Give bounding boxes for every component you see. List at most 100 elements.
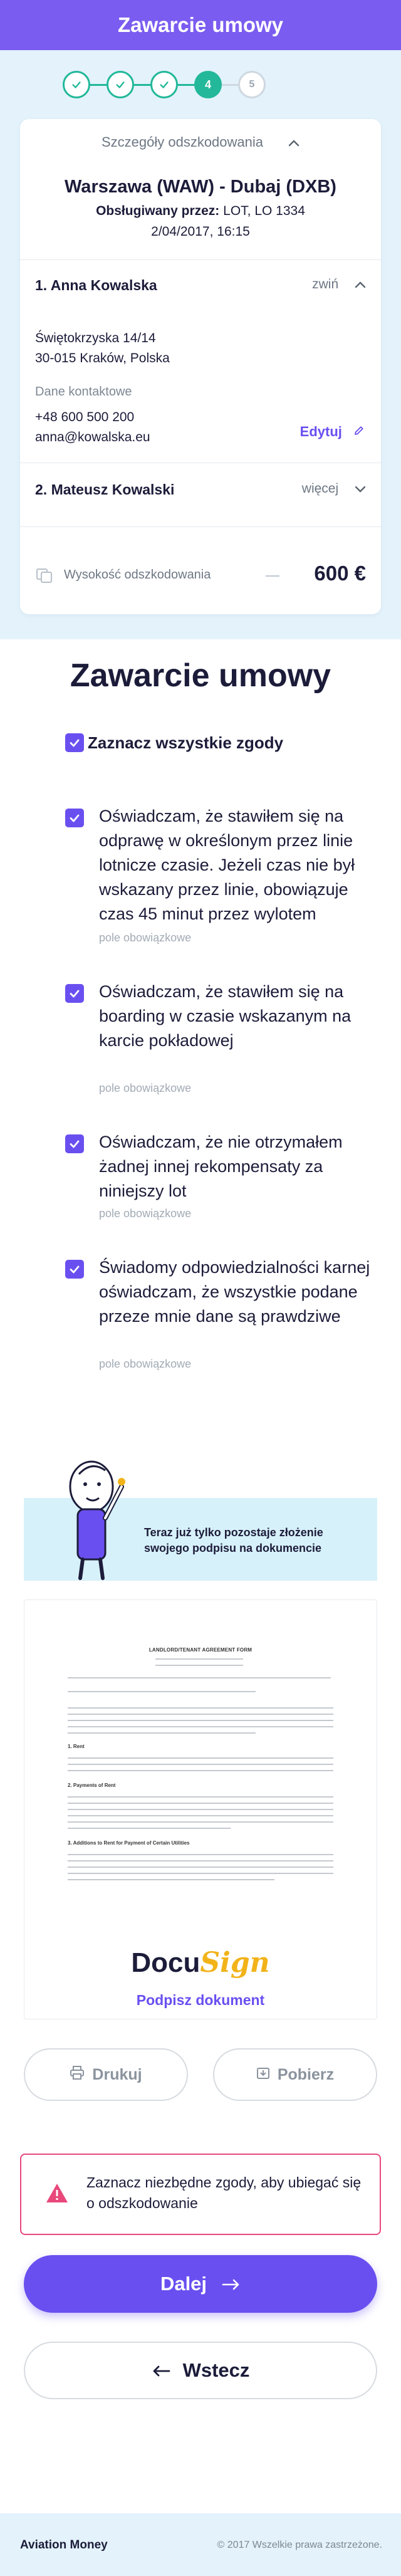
passenger-2-toggle-label: więcej: [301, 481, 339, 496]
back-button[interactable]: Wstecz: [24, 2342, 377, 2399]
flight-operator: Obsługiwany przez: LOT, LO 1334: [20, 204, 381, 219]
download-label: Pobierz: [277, 2065, 335, 2083]
printer-icon: [70, 2065, 85, 2084]
chevron-up-icon: [288, 134, 299, 150]
select-all-checkbox[interactable]: [65, 733, 84, 752]
address-line-1: Świętokrzyska 14/14: [35, 331, 156, 345]
check-icon: [72, 81, 81, 88]
progress-stepper: 4 5: [0, 66, 401, 103]
consent-text-1: Oświadczam, że stawiłem się na odprawę w…: [99, 807, 355, 923]
operator-value: LOT, LO 1334: [223, 204, 305, 218]
document-line: [68, 1879, 274, 1880]
select-all-label[interactable]: Zaznacz wszystkie zgody: [88, 733, 283, 753]
alert-message: Zaznacz niezbędne zgody, aby ubiegać się…: [86, 2174, 362, 2211]
compensation-label: Wysokość odszkodowania: [64, 568, 211, 582]
document-line: [68, 1707, 333, 1709]
divider: [20, 259, 381, 260]
coins-icon: [36, 568, 52, 583]
required-field-note: pole obowiązkowe: [99, 1358, 192, 1370]
document-line: [68, 1815, 333, 1816]
document-line: [68, 1803, 333, 1804]
next-button[interactable]: Dalej: [24, 2255, 377, 2313]
passenger-2-expand-toggle[interactable]: więcej: [302, 481, 366, 496]
document-line: [155, 1665, 243, 1666]
operator-label: Obsługiwany przez:: [96, 204, 220, 218]
divider: [20, 526, 381, 527]
compensation-amount: 600 €: [314, 562, 366, 585]
back-label: Wstecz: [182, 2359, 250, 2381]
check-icon: [70, 1140, 80, 1148]
consent-checkbox-4[interactable]: [65, 1260, 84, 1279]
step-next: 5: [238, 71, 266, 98]
flight-date: 2/04/2017, 16:15: [151, 224, 250, 239]
details-toggle[interactable]: Szczegóły odszkodowania: [20, 134, 381, 150]
consents-title: Zawarcie umowy: [70, 657, 331, 694]
consent-checkbox-3[interactable]: [65, 1134, 84, 1153]
document-line: [68, 1867, 333, 1868]
footer-copyright: © 2017 Wszelkie prawa zastrzeżone.: [217, 2540, 382, 2550]
consent-text-4: Świadomy odpowiedzialności karnej oświad…: [99, 1258, 370, 1326]
document-line: [68, 1720, 333, 1721]
document-line: [68, 1854, 333, 1855]
download-button[interactable]: Pobierz: [213, 2048, 377, 2101]
signature-info-text: Teraz już tylko pozostaje złożenie swoje…: [144, 1526, 323, 1554]
document-line: [68, 1821, 333, 1823]
passenger-1-address: Świętokrzyska 14/14 30-015 Kraków, Polsk…: [35, 328, 170, 369]
consent-checkbox-2[interactable]: [65, 984, 84, 1003]
chevron-down-icon: [351, 481, 366, 496]
document-page: LANDLORD/TENANT AGREEMENT FORM 1. Rent 2…: [49, 1628, 352, 1979]
consent-text-2: Oświadczam, że stawiłem się na boarding …: [99, 982, 352, 1050]
document-line: [68, 1764, 333, 1765]
document-line: [68, 1714, 333, 1715]
step-3-done: [150, 71, 178, 98]
compensation-summary-card: Szczegóły odszkodowania Warszawa (WAW) -…: [20, 119, 381, 614]
document-heading: 2. Payments of Rent: [68, 1783, 116, 1788]
footer-brand: Aviation Money: [20, 2538, 108, 2552]
document-line: [68, 1770, 333, 1771]
dash-separator: [266, 575, 279, 577]
check-icon: [160, 81, 169, 88]
document-line: [68, 1677, 331, 1678]
warning-icon: [46, 2184, 68, 2202]
document-line: [68, 1691, 256, 1692]
document-line: [68, 1828, 231, 1829]
required-field-note: pole obowiązkowe: [99, 931, 192, 944]
document-line: [155, 1658, 243, 1660]
required-field-note: pole obowiązkowe: [99, 1207, 192, 1220]
check-icon: [70, 990, 80, 998]
document-line: [68, 1873, 333, 1874]
contact-label: Dane kontaktowe: [35, 385, 132, 399]
edit-label: Edytuj: [299, 424, 342, 439]
document-line: [68, 1860, 333, 1861]
docusign-logo-part1: Docu: [131, 1947, 200, 1978]
check-icon: [70, 1265, 80, 1274]
docusign-logo: DocuSign: [0, 1947, 401, 1979]
print-label: Drukuj: [92, 2065, 142, 2083]
pencil-icon: [353, 424, 365, 439]
document-line: [68, 1796, 333, 1798]
edit-button[interactable]: Edytuj: [300, 424, 365, 440]
download-icon: [256, 2066, 270, 2084]
arrow-right-icon: [222, 2273, 241, 2296]
sign-document-link[interactable]: Podpisz dokument: [0, 1992, 401, 2009]
passenger-1-contact: +48 600 500 200 anna@kowalska.eu: [35, 407, 150, 448]
consent-checkbox-1[interactable]: [65, 809, 84, 827]
step-current: 4: [194, 71, 222, 98]
document-title: LANDLORD/TENANT AGREEMENT FORM: [148, 1647, 253, 1653]
document-line: [68, 1732, 256, 1734]
phone-number: +48 600 500 200: [35, 410, 135, 424]
document-line: [68, 1809, 333, 1810]
step-1-done: [63, 71, 90, 98]
page-title: Zawarcie umowy: [117, 13, 284, 36]
consent-text-3: Oświadczam, że nie otrzymałem żadnej inn…: [99, 1133, 343, 1200]
document-line: [68, 1726, 333, 1727]
print-button[interactable]: Drukuj: [24, 2048, 188, 2101]
details-toggle-label: Szczegóły odszkodowania: [101, 134, 264, 150]
passenger-1-name: 1. Anna Kowalska: [35, 277, 157, 293]
step-2-done: [107, 71, 134, 98]
check-icon: [70, 739, 80, 747]
passenger-1-collapse-toggle[interactable]: zwiń: [312, 277, 366, 292]
chevron-up-icon: [351, 277, 366, 291]
address-line-2: 30-015 Kraków, Polska: [35, 351, 170, 365]
check-icon: [116, 81, 125, 88]
